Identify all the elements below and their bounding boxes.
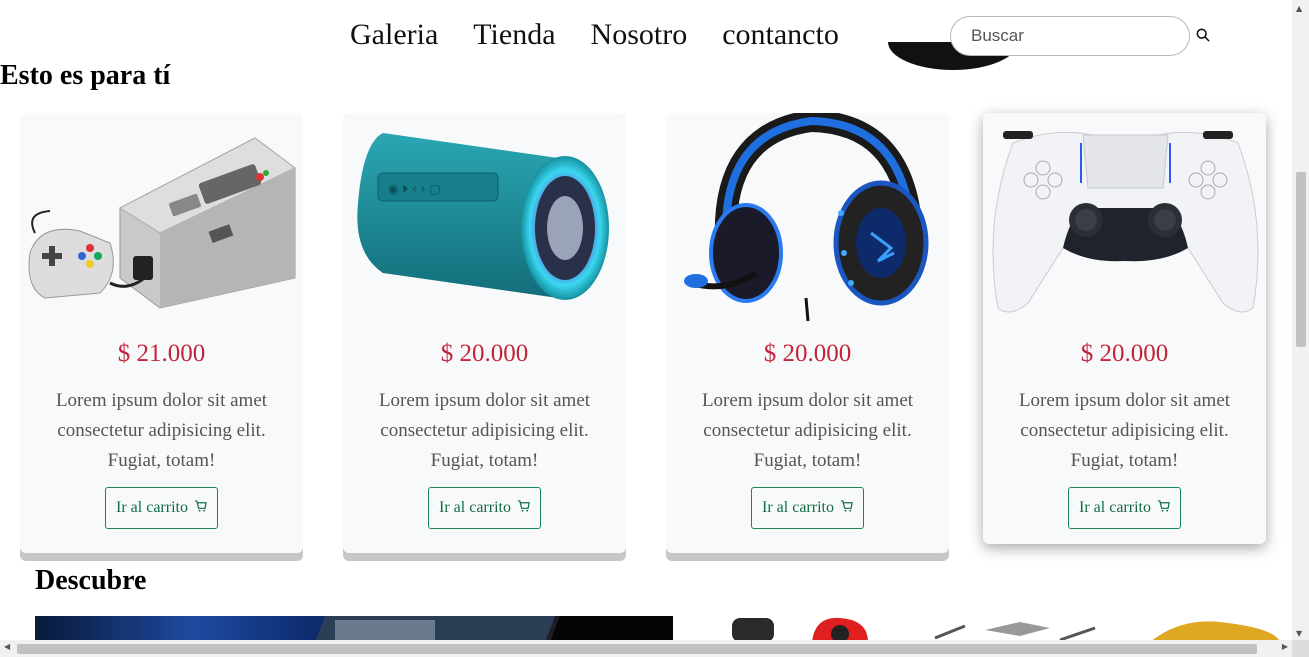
product-description: Lorem ipsum dolor sit amet consectetur a…: [1018, 390, 1231, 471]
gaming-headset-image: [666, 109, 949, 323]
main-nav: Galeria Tienda Nosotro contancto: [350, 16, 874, 54]
scroll-right-icon[interactable]: ▶: [1282, 642, 1288, 651]
cart-icon: [840, 499, 853, 517]
product-price: $ 20.000: [440, 340, 529, 367]
scroll-up-icon[interactable]: ▲: [1296, 4, 1302, 13]
product-description: Lorem ipsum dolor sit amet consectetur a…: [55, 390, 268, 471]
scroll-left-icon[interactable]: ◀: [4, 642, 10, 651]
vertical-scroll-thumb[interactable]: [1296, 172, 1306, 347]
retro-console-image: [20, 113, 303, 323]
scroll-down-icon[interactable]: ▼: [1296, 629, 1302, 638]
search-bar: [950, 16, 1212, 56]
svg-text:◉ ⏵ ‹ › ▢: ◉ ⏵ ‹ › ▢: [388, 182, 441, 196]
search-input[interactable]: [950, 16, 1190, 56]
product-card: ◉ ⏵ ‹ › ▢ $ 20.000 Lorem ipsum dolor sit…: [343, 113, 626, 553]
nav-link-contancto[interactable]: contancto: [722, 16, 839, 54]
nav-link-galeria[interactable]: Galeria: [350, 16, 438, 54]
product-card: $ 20.000 Lorem ipsum dolor sit amet cons…: [983, 113, 1266, 544]
search-icon[interactable]: [1196, 28, 1212, 44]
add-to-cart-label: Ir al carrito: [439, 499, 511, 516]
add-to-cart-label: Ir al carrito: [1079, 499, 1151, 516]
cart-icon: [1157, 499, 1170, 517]
product-price: $ 21.000: [117, 340, 206, 367]
cart-icon: [194, 499, 207, 517]
nav-link-tienda[interactable]: Tienda: [473, 16, 555, 54]
horizontal-scrollbar[interactable]: ◀ ▶: [0, 640, 1292, 657]
vertical-scrollbar[interactable]: ▲ ▼: [1292, 0, 1309, 640]
product-card: $ 21.000 Lorem ipsum dolor sit amet cons…: [20, 113, 303, 553]
add-to-cart-button[interactable]: Ir al carrito: [105, 487, 218, 529]
add-to-cart-button[interactable]: Ir al carrito: [1068, 487, 1181, 529]
section-title-featured: Esto es para tí: [0, 60, 171, 91]
scrollbar-corner: [1292, 640, 1309, 657]
discover-banner-image: [35, 616, 673, 642]
product-description: Lorem ipsum dolor sit amet consectetur a…: [378, 390, 591, 471]
discover-products-image: [720, 616, 1290, 643]
add-to-cart-button[interactable]: Ir al carrito: [428, 487, 541, 529]
bluetooth-speaker-image: ◉ ⏵ ‹ › ▢: [343, 113, 626, 323]
add-to-cart-label: Ir al carrito: [762, 499, 834, 516]
product-price: $ 20.000: [763, 340, 852, 367]
product-card: $ 20.000 Lorem ipsum dolor sit amet cons…: [666, 109, 949, 553]
nav-link-nosotro[interactable]: Nosotro: [591, 16, 688, 54]
cart-icon: [517, 499, 530, 517]
section-title-discover: Descubre: [35, 565, 147, 596]
horizontal-scroll-thumb[interactable]: [17, 644, 1257, 654]
product-price: $ 20.000: [1080, 340, 1169, 367]
add-to-cart-label: Ir al carrito: [116, 499, 188, 516]
product-description: Lorem ipsum dolor sit amet consectetur a…: [701, 390, 914, 471]
gamepad-controller-image: [983, 113, 1266, 323]
add-to-cart-button[interactable]: Ir al carrito: [751, 487, 864, 529]
